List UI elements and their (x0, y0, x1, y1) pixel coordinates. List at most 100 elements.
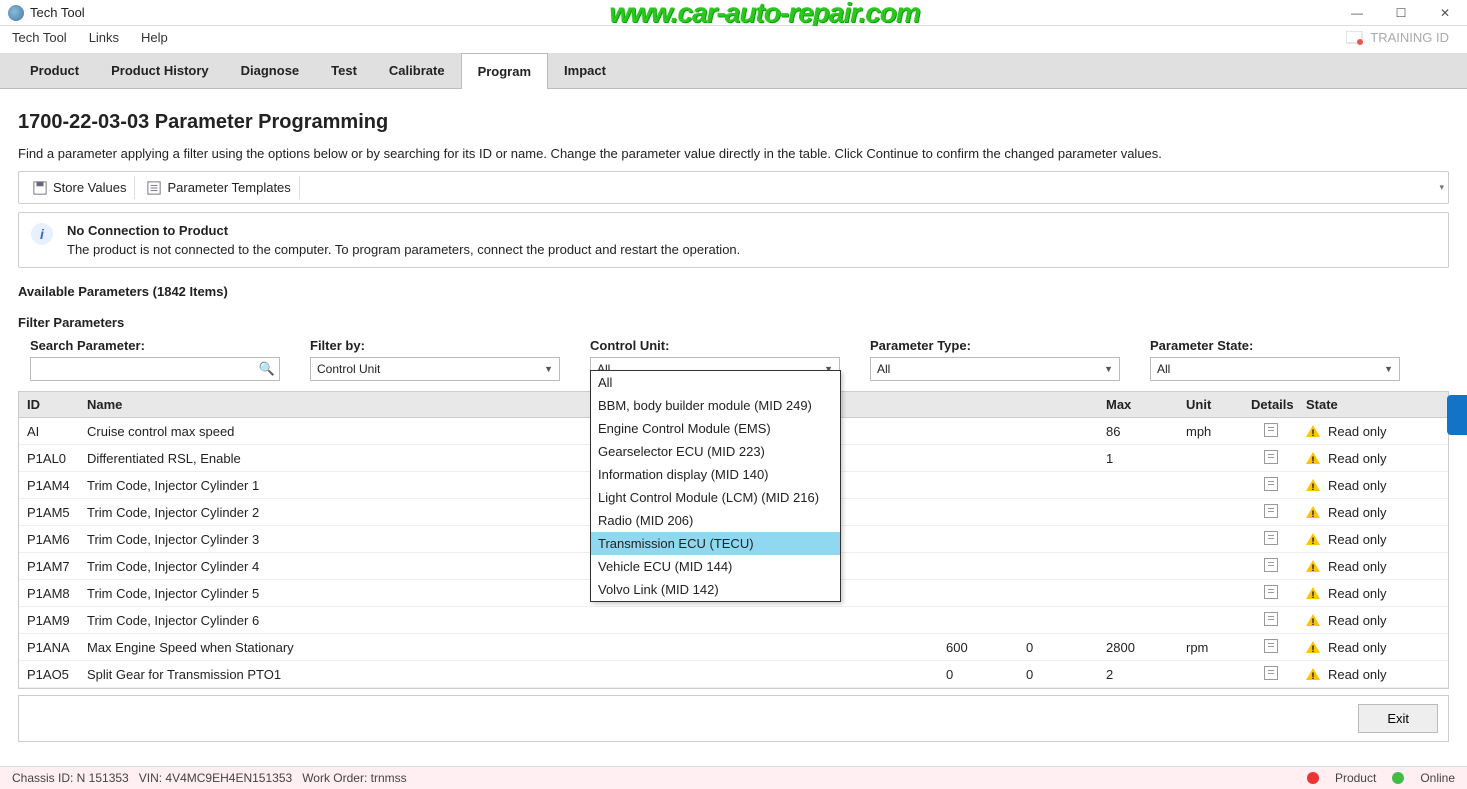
tab-product[interactable]: Product (14, 53, 95, 88)
cell-state: Read only (1298, 527, 1448, 552)
cell-state: Read only (1298, 608, 1448, 633)
details-icon (1264, 585, 1278, 599)
cell-details[interactable] (1243, 607, 1298, 634)
control-unit-option[interactable]: Transmission ECU (TECU) (591, 532, 840, 555)
menu-links[interactable]: Links (89, 30, 119, 45)
cell-min (1018, 507, 1098, 517)
window-title: Tech Tool (30, 5, 85, 20)
exit-button[interactable]: Exit (1358, 704, 1438, 733)
control-unit-option[interactable]: Gearselector ECU (MID 223) (591, 440, 840, 463)
tab-test[interactable]: Test (315, 53, 373, 88)
tab-program[interactable]: Program (461, 53, 548, 89)
table-row[interactable]: P1AM9Trim Code, Injector Cylinder 6Read … (19, 607, 1448, 634)
filter-by-select[interactable]: Control Unit▼ (310, 357, 560, 381)
table-row[interactable]: P1AO5Split Gear for Transmission PTO1002… (19, 661, 1448, 688)
training-id-label: TRAINING ID (1346, 30, 1449, 45)
cell-details[interactable] (1243, 472, 1298, 499)
column-details[interactable]: Details (1243, 392, 1298, 417)
warning-icon (1306, 506, 1320, 518)
search-parameter-input-wrap[interactable]: 🔍 (30, 357, 280, 381)
content-area: 1700-22-03-03 Parameter Programming Find… (0, 89, 1467, 754)
column-state[interactable]: State (1298, 392, 1448, 417)
cell-details[interactable] (1243, 499, 1298, 526)
toolbar-dropdown-icon[interactable]: ▾ (1439, 182, 1444, 193)
column-max[interactable]: Max (1098, 392, 1178, 417)
infobox-title: No Connection to Product (67, 223, 740, 238)
cell-unit (1178, 561, 1243, 571)
cell-details[interactable] (1243, 418, 1298, 445)
cell-name: Max Engine Speed when Stationary (79, 635, 938, 660)
cell-id: P1AM6 (19, 527, 79, 552)
cell-value (938, 534, 1018, 544)
maximize-button[interactable]: ☐ (1379, 0, 1423, 26)
parameter-state-select[interactable]: All▼ (1150, 357, 1400, 381)
menu-help[interactable]: Help (141, 30, 168, 45)
tab-product-history[interactable]: Product History (95, 53, 225, 88)
filter-parameters-label: Filter Parameters (18, 315, 1449, 330)
cell-max (1098, 480, 1178, 490)
cell-name: Split Gear for Transmission PTO1 (79, 662, 938, 687)
column-id[interactable]: ID (19, 392, 79, 417)
cell-unit: rpm (1178, 635, 1243, 660)
details-icon (1264, 666, 1278, 680)
status-chassis: Chassis ID: N 151353 (12, 771, 129, 785)
close-button[interactable]: ✕ (1423, 0, 1467, 26)
warning-icon (1306, 425, 1320, 437)
window-titlebar: Tech Tool www.car-auto-repair.com — ☐ ✕ (0, 0, 1467, 26)
table-row[interactable]: P1ANAMax Engine Speed when Stationary600… (19, 634, 1448, 661)
column-unit[interactable]: Unit (1178, 392, 1243, 417)
tab-impact[interactable]: Impact (548, 53, 622, 88)
cell-value (938, 507, 1018, 517)
column-min[interactable] (1018, 392, 1098, 417)
cell-state: Read only (1298, 635, 1448, 660)
control-unit-option[interactable]: Radio (MID 206) (591, 509, 840, 532)
control-unit-option[interactable]: Vehicle ECU (MID 144) (591, 555, 840, 578)
tab-calibrate[interactable]: Calibrate (373, 53, 461, 88)
cell-max: 2 (1098, 662, 1178, 687)
cell-state: Read only (1298, 500, 1448, 525)
warning-icon (1306, 668, 1320, 680)
chevron-down-icon: ▼ (544, 364, 553, 374)
search-parameter-input[interactable] (35, 362, 259, 376)
cell-details[interactable] (1243, 634, 1298, 661)
parameter-type-select[interactable]: All▼ (870, 357, 1120, 381)
minimize-button[interactable]: — (1335, 0, 1379, 26)
cell-details[interactable] (1243, 661, 1298, 688)
details-icon (1264, 639, 1278, 653)
cell-details[interactable] (1243, 553, 1298, 580)
details-icon (1264, 477, 1278, 491)
cell-min (1018, 453, 1098, 463)
control-unit-option[interactable]: Engine Control Module (EMS) (591, 417, 840, 440)
cell-value (938, 615, 1018, 625)
store-values-button[interactable]: Store Values (25, 176, 135, 199)
teamviewer-side-handle[interactable] (1447, 395, 1467, 435)
tab-diagnose[interactable]: Diagnose (225, 53, 316, 88)
control-unit-option[interactable]: Light Control Module (LCM) (MID 216) (591, 486, 840, 509)
parameter-state-label: Parameter State: (1150, 338, 1400, 353)
column-value[interactable] (938, 392, 1018, 417)
tabbar: ProductProduct HistoryDiagnoseTestCalibr… (0, 53, 1467, 89)
filter-row: Search Parameter: 🔍 Filter by: Control U… (18, 338, 1449, 381)
cell-details[interactable] (1243, 526, 1298, 553)
control-unit-option[interactable]: BBM, body builder module (MID 249) (591, 394, 840, 417)
status-vin: VIN: 4V4MC9EH4EN151353 (139, 771, 292, 785)
cell-details[interactable] (1243, 580, 1298, 607)
cell-max (1098, 534, 1178, 544)
cell-unit (1178, 453, 1243, 463)
cell-unit (1178, 534, 1243, 544)
parameter-templates-button[interactable]: Parameter Templates (139, 176, 299, 199)
save-icon (33, 181, 47, 195)
menu-techtool[interactable]: Tech Tool (12, 30, 67, 45)
page-title: 1700-22-03-03 Parameter Programming (18, 111, 1449, 134)
cell-max (1098, 588, 1178, 598)
control-unit-dropdown-list[interactable]: AllBBM, body builder module (MID 249)Eng… (590, 370, 841, 602)
cell-name: Trim Code, Injector Cylinder 6 (79, 608, 938, 633)
cell-id: P1AO5 (19, 662, 79, 687)
cell-details[interactable] (1243, 445, 1298, 472)
cell-id: P1AM7 (19, 554, 79, 579)
product-status-dot (1307, 772, 1319, 784)
control-unit-option[interactable]: All (591, 371, 840, 394)
cell-unit (1178, 507, 1243, 517)
control-unit-option[interactable]: Volvo Link (MID 142) (591, 578, 840, 601)
control-unit-option[interactable]: Information display (MID 140) (591, 463, 840, 486)
